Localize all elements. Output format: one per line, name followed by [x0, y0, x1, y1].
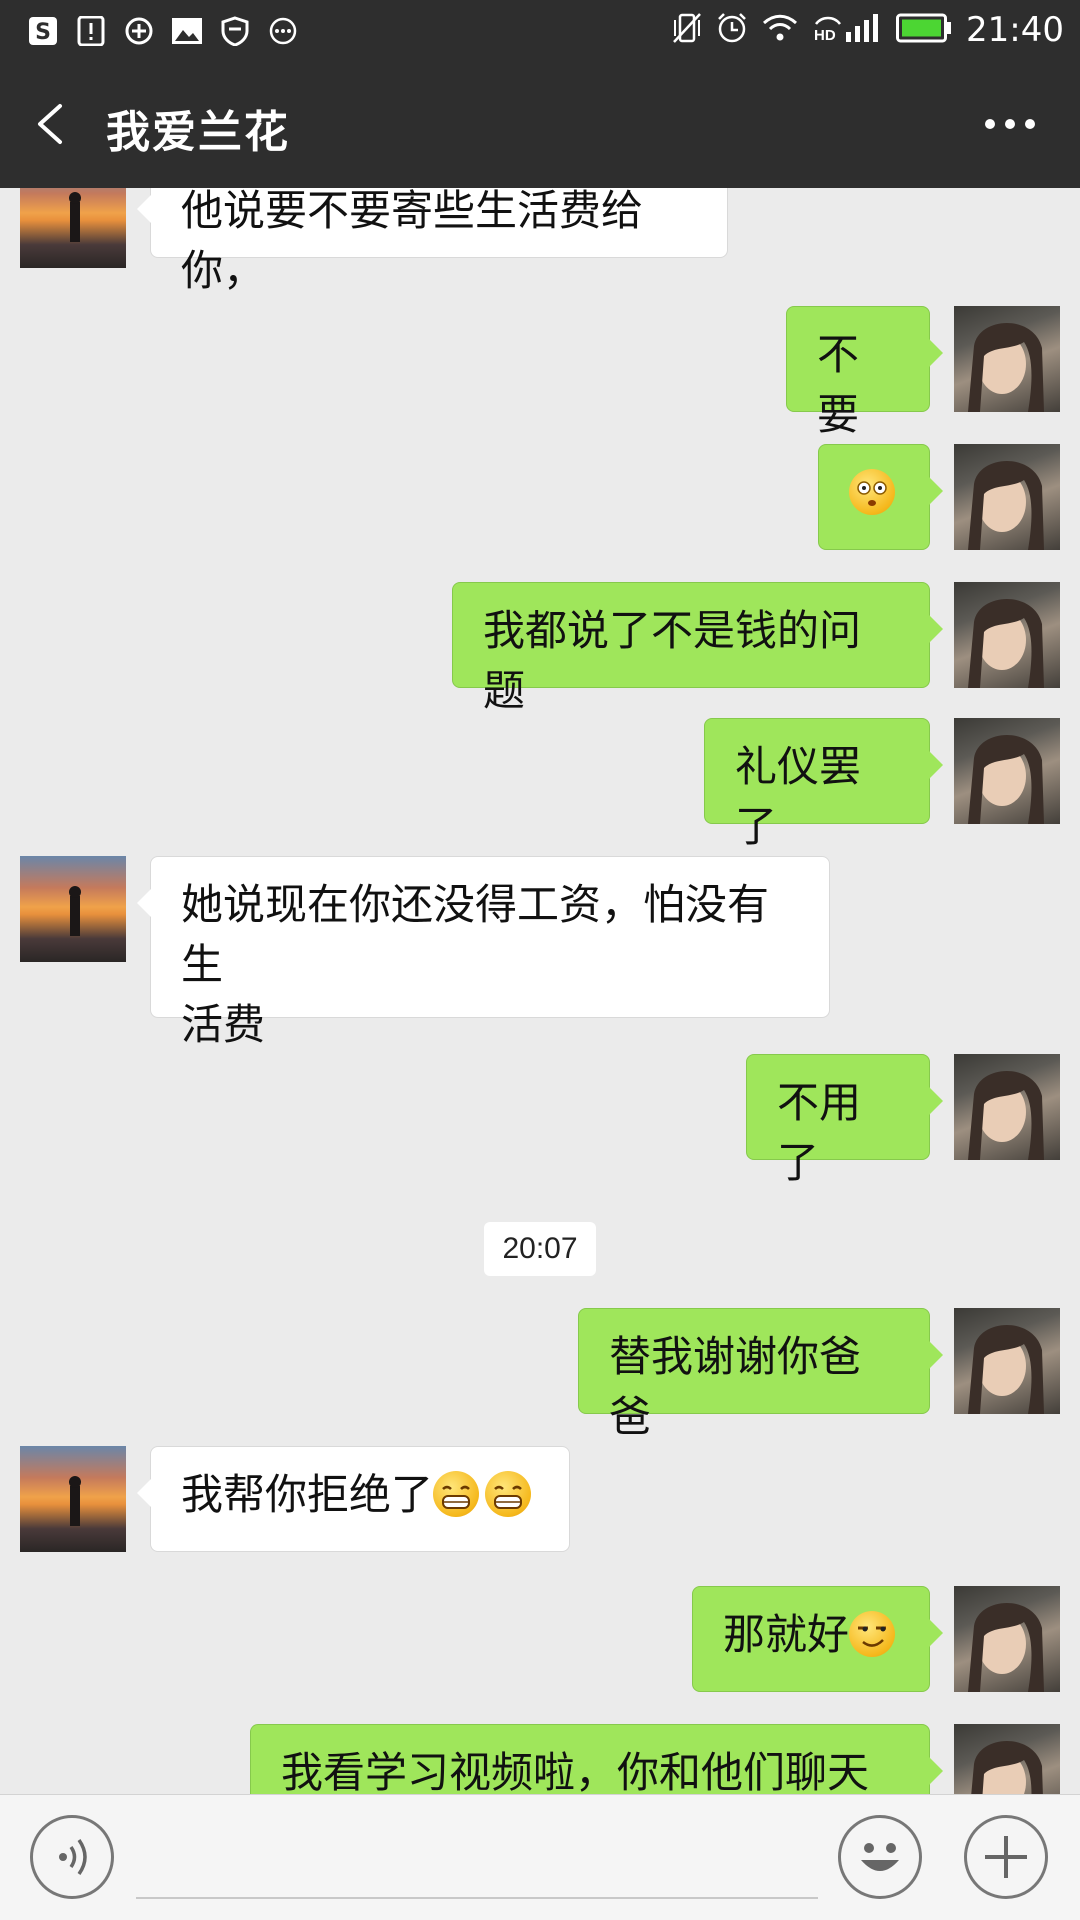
grin-face-emoji [433, 1471, 480, 1517]
message-text: 我帮你拒绝了 [181, 1470, 434, 1519]
back-button[interactable] [30, 94, 70, 154]
emoji-icon [861, 1843, 899, 1871]
grin-face-emoji [485, 1471, 532, 1517]
smirk-face-emoji [849, 1611, 896, 1657]
portrait-icon [968, 1603, 1044, 1692]
message-text: 不要 [817, 330, 860, 439]
image-icon [170, 14, 204, 48]
message-text: 我看学习视频啦，你和他们聊天吧 [281, 1748, 870, 1794]
contact-avatar[interactable] [20, 856, 126, 962]
status-left-icons: S [26, 14, 300, 48]
contact-avatar[interactable] [20, 188, 126, 268]
message-text-line: 她说现在你还没得工资，怕没有生 [181, 880, 770, 989]
input-bar [0, 1794, 1080, 1920]
message-text: 不用了 [777, 1078, 862, 1187]
portrait-icon [968, 461, 1044, 550]
back-arrow-icon [38, 104, 62, 144]
message-text: 我都说了不是钱的问题 [483, 606, 862, 715]
portrait-icon [968, 323, 1044, 412]
message-text: 替我谢谢你爸爸 [609, 1332, 862, 1441]
silhouette-icon [69, 886, 81, 936]
message-text-line: 活费 [181, 1000, 266, 1049]
plus-button[interactable] [964, 1815, 1048, 1899]
self-avatar[interactable] [954, 1724, 1060, 1794]
message-list[interactable]: 他说要不要寄些生活费给你， 不要 我都说了不是钱的问题 礼仪罢了 她说现在你还没… [0, 188, 1080, 1794]
chat-header: 我爱兰花 [0, 62, 1080, 188]
vibrate-icon [672, 12, 702, 48]
self-avatar[interactable] [954, 1054, 1060, 1160]
silhouette-icon [69, 192, 81, 242]
voice-icon [59, 1838, 87, 1876]
self-avatar[interactable] [954, 582, 1060, 688]
message-text: 那就好 [723, 1610, 850, 1659]
self-avatar[interactable] [954, 718, 1060, 824]
self-avatar[interactable] [954, 1308, 1060, 1414]
status-time: 21:40 [966, 10, 1064, 50]
message-bubble-outgoing[interactable]: 不要 [786, 306, 943, 439]
battery-icon [896, 13, 952, 47]
sync-icon [122, 14, 156, 48]
message-bubble-incoming[interactable]: 她说现在你还没得工资，怕没有生 活费 [137, 856, 830, 1049]
message-bubble-incoming[interactable]: 他说要不要寄些生活费给你， [137, 188, 728, 295]
message-bubble-outgoing[interactable]: 替我谢谢你爸爸 [578, 1308, 943, 1441]
portrait-icon [968, 1071, 1044, 1160]
chat-title: 我爱兰花 [106, 107, 290, 158]
self-avatar[interactable] [954, 1586, 1060, 1692]
more-dots-icon [266, 14, 300, 48]
plus-icon [985, 1836, 1027, 1878]
wifi-icon [762, 13, 798, 47]
hd-signal-icon: HD [812, 12, 882, 48]
more-options-button[interactable] [980, 108, 1040, 140]
flushed-face-emoji [849, 469, 895, 515]
portrait-icon [968, 1325, 1044, 1414]
message-bubble-outgoing[interactable] [818, 444, 943, 550]
s-app-icon: S [26, 14, 60, 48]
svg-text:HD: HD [814, 27, 836, 44]
self-avatar[interactable] [954, 306, 1060, 412]
message-bubble-outgoing[interactable]: 不用了 [746, 1054, 943, 1187]
message-bubble-outgoing[interactable]: 那就好 [692, 1586, 943, 1692]
message-bubble-incoming[interactable]: 我帮你拒绝了 [137, 1446, 570, 1552]
contact-avatar[interactable] [20, 1446, 126, 1552]
message-input[interactable] [136, 1897, 818, 1899]
status-bar: S HD 21:40 [0, 0, 1080, 62]
message-bubble-outgoing[interactable]: 我都说了不是钱的问题 [452, 582, 943, 715]
emoji-button[interactable] [838, 1815, 922, 1899]
status-right-icons: HD 21:40 [672, 10, 1064, 50]
alert-icon [74, 14, 108, 48]
svg-text:S: S [35, 20, 51, 45]
self-avatar[interactable] [954, 444, 1060, 550]
message-bubble-outgoing[interactable]: 我看学习视频啦，你和他们聊天吧 [250, 1724, 943, 1794]
message-text: 礼仪罢了 [735, 742, 862, 851]
shield-icon [218, 14, 252, 48]
alarm-icon [716, 12, 748, 48]
portrait-icon [968, 735, 1044, 824]
message-text: 他说要不要寄些生活费给你， [181, 188, 644, 295]
more-horizontal-icon [985, 119, 1035, 129]
silhouette-icon [69, 1476, 81, 1526]
portrait-icon [968, 599, 1044, 688]
voice-button[interactable] [30, 1815, 114, 1899]
message-bubble-outgoing[interactable]: 礼仪罢了 [704, 718, 943, 851]
message-timestamp: 20:07 [484, 1222, 596, 1276]
portrait-icon [971, 1741, 1043, 1794]
